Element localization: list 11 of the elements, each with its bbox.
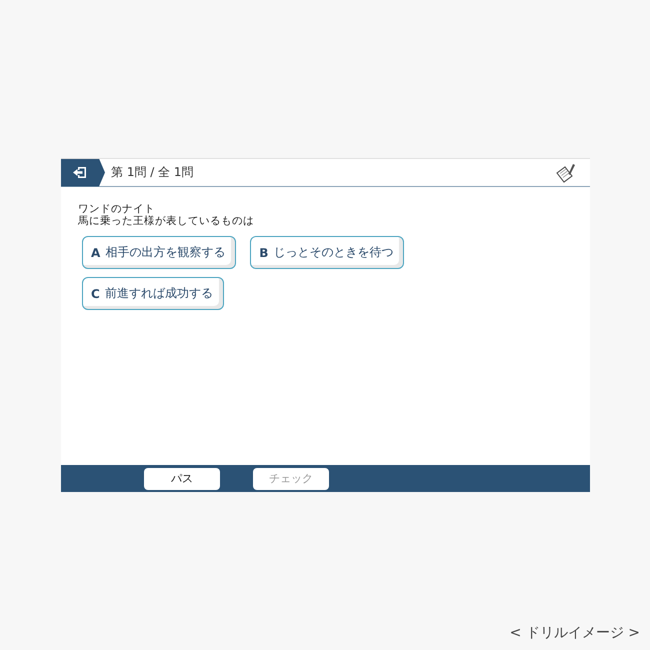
question-text: 馬に乗った王様が表しているものは bbox=[78, 215, 255, 227]
notepad-pencil-icon[interactable] bbox=[556, 162, 578, 182]
pass-button[interactable]: パス bbox=[144, 468, 220, 490]
answer-option[interactable]: B じっとそのときを待つ bbox=[250, 236, 404, 269]
question-counter: 第 1問 / 全 1問 bbox=[111, 164, 195, 181]
back-button[interactable] bbox=[61, 158, 105, 186]
answer-option[interactable]: C 前進すれば成功する bbox=[82, 277, 224, 310]
answer-option[interactable]: A 相手の出方を観察する bbox=[82, 236, 236, 269]
exit-icon bbox=[73, 166, 87, 179]
caption: < ドリルイメージ > bbox=[510, 624, 640, 642]
question-text: ワンドのナイト bbox=[78, 203, 156, 215]
